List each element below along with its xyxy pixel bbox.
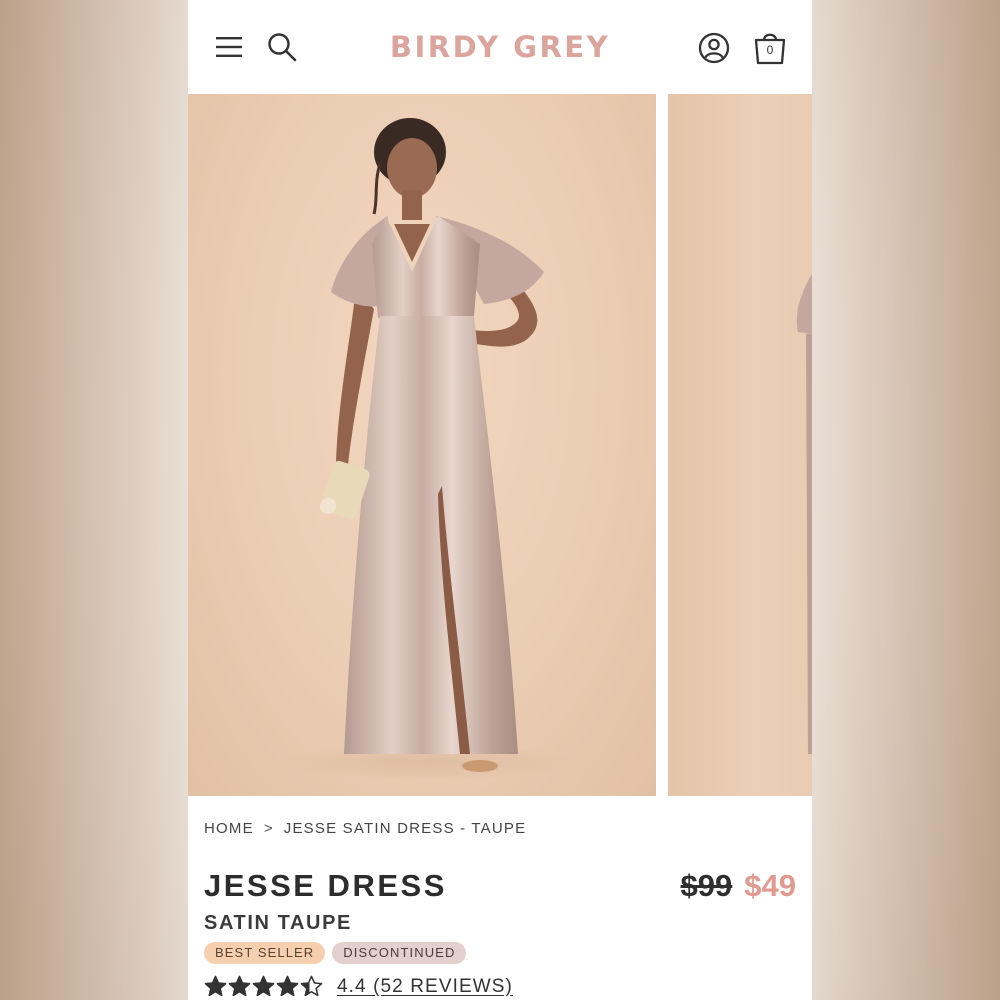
star-icon — [228, 975, 251, 997]
sale-price: $49 — [744, 868, 796, 903]
star-icon — [300, 975, 323, 997]
reviews-link[interactable]: 4.4 (52 REVIEWS) — [337, 976, 513, 998]
next-product-photo-partial — [796, 274, 812, 754]
star-icon — [252, 975, 275, 997]
shopping-bag-icon[interactable]: 0 — [752, 28, 788, 66]
star-icon — [204, 975, 227, 997]
product-rating: 4.4 (52 REVIEWS) — [204, 975, 513, 998]
product-image-gallery[interactable] — [188, 94, 812, 796]
original-price: $99 — [680, 868, 733, 903]
star-rating — [204, 975, 323, 998]
user-account-icon[interactable] — [697, 31, 731, 65]
breadcrumb-home[interactable]: HOME — [204, 820, 254, 837]
cart-count: 0 — [766, 43, 774, 57]
phone-screen: BIRDY GREY 0 HOME > JESSE SATIN DRESS - … — [188, 0, 812, 1000]
star-icon — [276, 975, 299, 997]
product-badges: BEST SELLER DISCONTINUED — [204, 942, 467, 964]
product-variant: SATIN TAUPE — [204, 912, 352, 934]
model-in-satin-dress-photo — [278, 118, 578, 780]
product-photo-main[interactable] — [188, 94, 656, 796]
breadcrumb-separator: > — [263, 820, 274, 837]
product-title: JESSE DRESS — [204, 868, 447, 903]
site-header: BIRDY GREY 0 — [188, 0, 812, 94]
product-price: $99 $49 — [681, 868, 796, 904]
breadcrumb: HOME > JESSE SATIN DRESS - TAUPE — [204, 820, 526, 837]
discontinued-badge: DISCONTINUED — [332, 942, 467, 964]
breadcrumb-current: JESSE SATIN DRESS - TAUPE — [283, 820, 527, 837]
best-seller-badge: BEST SELLER — [204, 942, 326, 964]
product-photo-next[interactable] — [668, 94, 812, 796]
